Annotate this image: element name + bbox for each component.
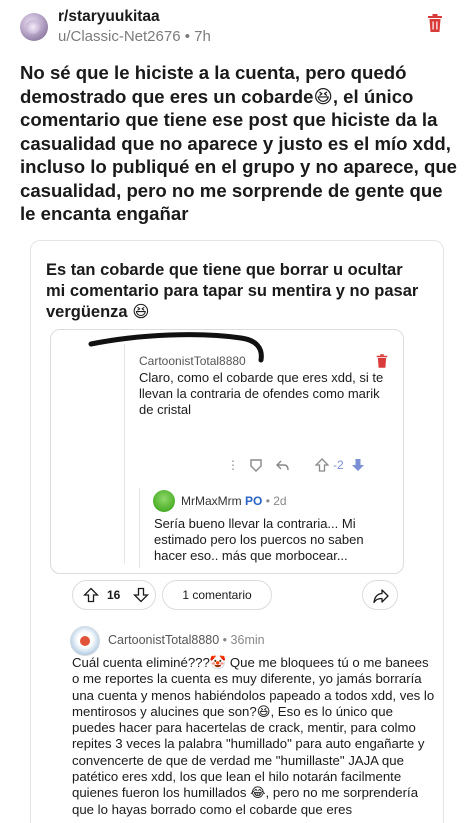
post-title: No sé que le hiciste a la cuenta, pero q…: [20, 62, 458, 224]
comment-age: 36min: [230, 633, 265, 647]
vote-count: 16: [107, 588, 121, 602]
cropped-header: [46, 240, 156, 246]
comment-author: CartoonistTotal8880: [139, 354, 246, 368]
comment-score: -2: [333, 458, 344, 472]
meta-separator: •: [184, 28, 190, 45]
thread-line: [124, 344, 125, 564]
avatar: [70, 626, 100, 656]
share-icon: [373, 589, 389, 604]
comment-author: CartoonistTotal8880: [108, 633, 220, 647]
avatar: [153, 490, 175, 512]
comment-author: MrMaxMrm: [181, 494, 242, 508]
embedded-comment-card: CartoonistTotal8880 Claro, como el cobar…: [50, 329, 404, 574]
comment-actions: ⋮ -2: [227, 458, 403, 478]
upvote-icon: [315, 458, 329, 472]
post-meta: u/Classic-Net2676 • 7h: [58, 28, 211, 45]
image-caption: Es tan cobarde que tiene que borrar u oc…: [46, 261, 419, 321]
downvote-icon[interactable]: [133, 587, 149, 603]
trash-icon[interactable]: [427, 14, 443, 32]
reply-icon: [276, 460, 289, 471]
op-badge: PO: [245, 494, 263, 508]
post-age: 7h: [194, 28, 211, 45]
comment-text: Cuál cuenta eliminé???🤡 Que me bloquees …: [72, 655, 435, 817]
award-icon: [250, 459, 262, 472]
subreddit-avatar[interactable]: [20, 13, 48, 41]
more-icon: ⋮: [227, 458, 239, 472]
thread-line: [139, 488, 140, 568]
vote-pill: 16: [72, 580, 156, 610]
author-name[interactable]: u/Classic-Net2676: [58, 28, 181, 45]
share-button[interactable]: [362, 580, 398, 610]
comment-author-line: MrMaxMrm PO • 2d: [181, 494, 287, 508]
comment-age: 2d: [273, 494, 287, 508]
trash-icon: [376, 354, 388, 368]
upvote-icon[interactable]: [83, 587, 99, 603]
post-header: r/staryuukitaa u/Classic-Net2676 • 7h: [0, 0, 474, 52]
comments-button[interactable]: 1 comentario: [162, 580, 272, 610]
post-image[interactable]: Es tan cobarde que tiene que borrar u oc…: [30, 240, 444, 823]
comment-text: Sería bueno llevar la contraria... Mi es…: [154, 516, 364, 563]
downvote-icon: [352, 459, 364, 471]
subreddit-name[interactable]: r/staryuukitaa: [58, 8, 160, 26]
comment-text: Claro, como el cobarde que eres xdd, si …: [139, 370, 384, 417]
comment-author-line: CartoonistTotal8880 • 36min: [108, 633, 265, 647]
